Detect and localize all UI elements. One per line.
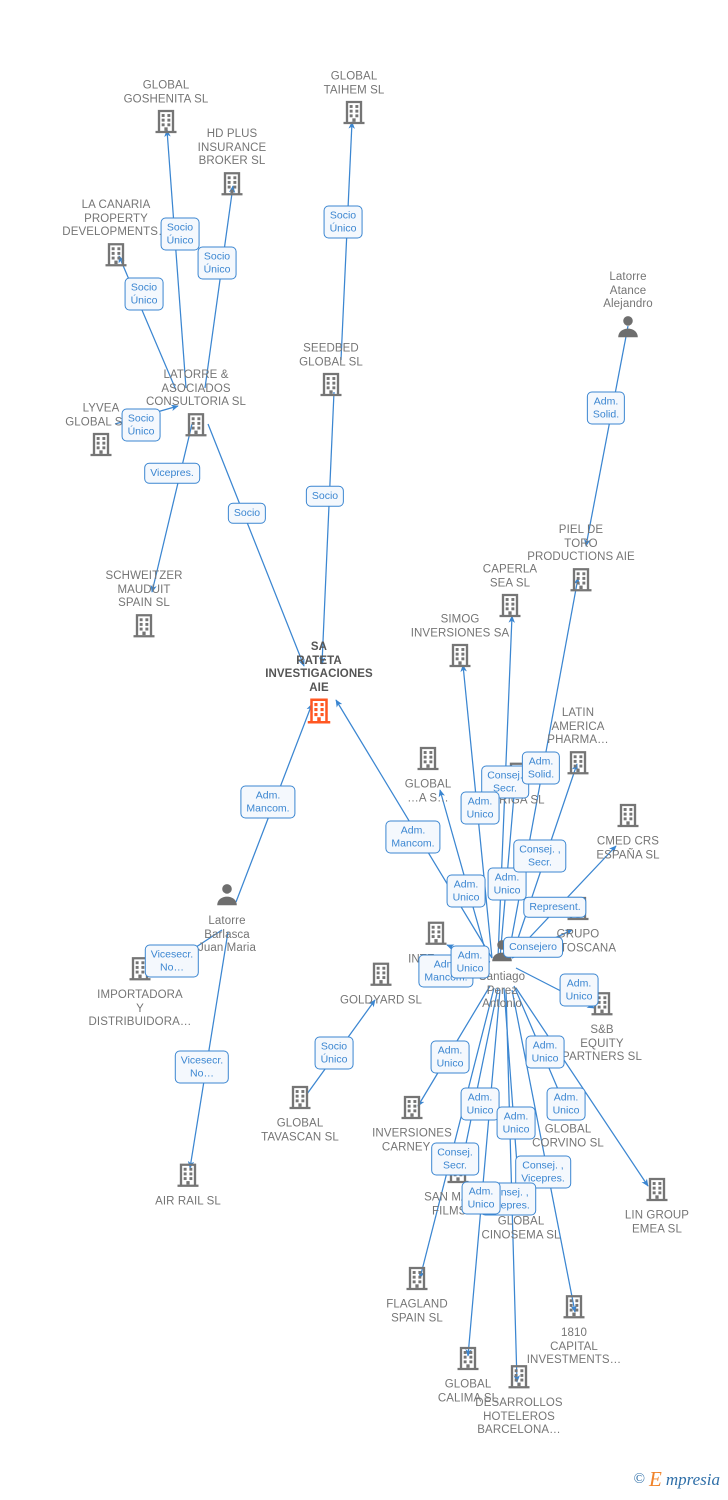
node-label: CMED CRS ESPAÑA SL: [596, 835, 660, 862]
relationship-label[interactable]: Socio Único: [197, 246, 237, 280]
relationship-label[interactable]: Vicesecr. No…: [144, 944, 200, 978]
company-icon: [373, 745, 483, 778]
node-label: SIMOG INVERSIONES SA: [410, 613, 510, 640]
relationship-label[interactable]: Adm. Unico: [496, 1106, 536, 1140]
company-icon: [299, 99, 409, 132]
company-icon: [89, 611, 199, 644]
network-diagram: GLOBAL GOSHENITA SL HD PLUS INSURANCE BRO…: [0, 0, 728, 1500]
node-label: LATIN AMERICA PHARMA…: [547, 706, 609, 746]
brand-initial: E: [649, 1467, 662, 1491]
relationship-label[interactable]: Adm. Unico: [430, 1040, 470, 1074]
node-hd-plus-insurance[interactable]: HD PLUS INSURANCE BROKER SL: [177, 128, 287, 203]
relationship-label[interactable]: Socio Único: [323, 205, 363, 239]
relationship-label[interactable]: Adm. Unico: [450, 945, 490, 979]
relationship-label[interactable]: Adm. Mancom.: [385, 820, 441, 854]
relationship-label[interactable]: Adm. Unico: [461, 1181, 501, 1215]
relationship-label[interactable]: Adm. Unico: [546, 1087, 586, 1121]
relationship-label[interactable]: Adm. Unico: [525, 1035, 565, 1069]
node-label: Latorre Atance Alejandro: [603, 270, 653, 310]
relationship-label[interactable]: Adm. Unico: [446, 874, 486, 908]
relationship-label[interactable]: Socio Único: [121, 408, 161, 442]
relationship-label[interactable]: Vicesecr. No…: [174, 1050, 230, 1084]
node-la-canaria[interactable]: LA CANARIA PROPERTY DEVELOPMENTS…: [61, 199, 171, 274]
relationship-label[interactable]: Consej. Secr.: [431, 1142, 479, 1176]
node-label: PIEL DE TORO PRODUCTIONS AIE: [527, 523, 635, 563]
node-desarrollos-hot[interactable]: DESARROLLOS HOTELEROS BARCELONA…: [464, 1363, 574, 1438]
node-sa-rateta[interactable]: SA RATETA INVESTIGACIONES AIE: [264, 641, 374, 731]
relationship-label[interactable]: Consejero: [503, 936, 563, 958]
node-1810-capital[interactable]: 1810 CAPITAL INVESTMENTS…: [519, 1293, 629, 1368]
node-label: CAPERLA SEA SL: [482, 563, 538, 590]
node-label: GLOBAL TAIHEM SL: [323, 70, 385, 97]
company-icon: [362, 1265, 472, 1298]
node-seedbed-global[interactable]: SEEDBED GLOBAL SL: [276, 343, 386, 404]
node-global-tavascan[interactable]: GLOBAL TAVASCAN SL: [245, 1084, 355, 1145]
node-label: HD PLUS INSURANCE BROKER SL: [197, 127, 267, 167]
node-lin-group[interactable]: LIN GROUP EMEA SL: [602, 1176, 712, 1237]
relationship-label[interactable]: Adm. Unico: [460, 791, 500, 825]
company-icon: [519, 1293, 629, 1326]
company-icon: [133, 1161, 243, 1194]
relationship-label[interactable]: Adm. Solid.: [586, 391, 626, 425]
person-icon: [172, 881, 282, 914]
company-icon: [405, 642, 515, 675]
node-schweitzer[interactable]: SCHWEITZER MAUDUIT SPAIN SL: [89, 570, 199, 645]
copyright-icon: ©: [633, 1471, 646, 1487]
node-label: LATORRE & ASOCIADOS CONSULTORIA SL: [145, 368, 247, 408]
node-simog-inversiones[interactable]: SIMOG INVERSIONES SA: [405, 614, 515, 675]
node-label: SEEDBED GLOBAL SL: [299, 342, 363, 369]
node-label: LA CANARIA PROPERTY DEVELOPMENTS…: [62, 198, 170, 238]
person-icon: [573, 312, 683, 345]
company-icon: [276, 371, 386, 404]
node-flagland-spain[interactable]: FLAGLAND SPAIN SL: [362, 1265, 472, 1326]
node-global-taihem[interactable]: GLOBAL TAIHEM SL: [299, 71, 409, 132]
company-icon: [602, 1176, 712, 1209]
relationship-label[interactable]: Vicepres.: [144, 462, 200, 484]
company-icon: [573, 802, 683, 835]
node-label: 1810 CAPITAL INVESTMENTS…: [526, 1326, 622, 1366]
node-label: GOLDYARD SL: [339, 994, 423, 1007]
node-label: GLOBAL TAVASCAN SL: [261, 1117, 339, 1144]
watermark: © E mpresia: [634, 1467, 720, 1492]
node-label: AIR RAIL SL: [155, 1195, 221, 1208]
node-cmed-crs[interactable]: CMED CRS ESPAÑA SL: [573, 802, 683, 863]
relationship-label[interactable]: Socio Único: [314, 1036, 354, 1070]
node-label: GLOBAL GOSHENITA SL: [123, 79, 209, 106]
node-label: SCHWEITZER MAUDUIT SPAIN SL: [105, 569, 183, 609]
node-latorre-atance[interactable]: Latorre Atance Alejandro: [573, 271, 683, 346]
relationship-label[interactable]: Adm. Mancom.: [240, 785, 296, 819]
company-icon: [245, 1084, 355, 1117]
node-label: GLOBAL CINOSEMA SL: [481, 1215, 561, 1242]
node-label: FLAGLAND SPAIN SL: [386, 1298, 448, 1325]
node-label: SA RATETA INVESTIGACIONES AIE: [265, 641, 373, 694]
relationship-label[interactable]: Adm. Unico: [559, 973, 599, 1007]
node-label: LIN GROUP EMEA SL: [624, 1209, 690, 1236]
node-air-rail[interactable]: AIR RAIL SL: [133, 1161, 243, 1209]
relationship-label[interactable]: Socio: [305, 485, 345, 507]
relationship-label[interactable]: Socio Único: [124, 277, 164, 311]
relationship-label[interactable]: Adm. Solid.: [521, 751, 561, 785]
company-icon: [464, 1363, 574, 1396]
relationship-label[interactable]: Adm. Unico: [460, 1087, 500, 1121]
relationship-label[interactable]: Represent.: [523, 896, 587, 918]
company-icon: [357, 1094, 467, 1127]
company-highlight-icon: [264, 696, 374, 731]
company-icon: [177, 169, 287, 202]
brand-name: mpresia: [665, 1469, 720, 1489]
node-label: IMPORTADORA Y DISTRIBUIDORA…: [88, 988, 192, 1028]
company-icon: [61, 240, 171, 273]
relationship-label[interactable]: Socio: [227, 502, 267, 524]
node-label: DESARROLLOS HOTELEROS BARCELONA…: [475, 1396, 563, 1436]
relationship-label[interactable]: Socio Único: [160, 217, 200, 251]
relationship-label[interactable]: Consej. , Secr.: [513, 839, 567, 873]
